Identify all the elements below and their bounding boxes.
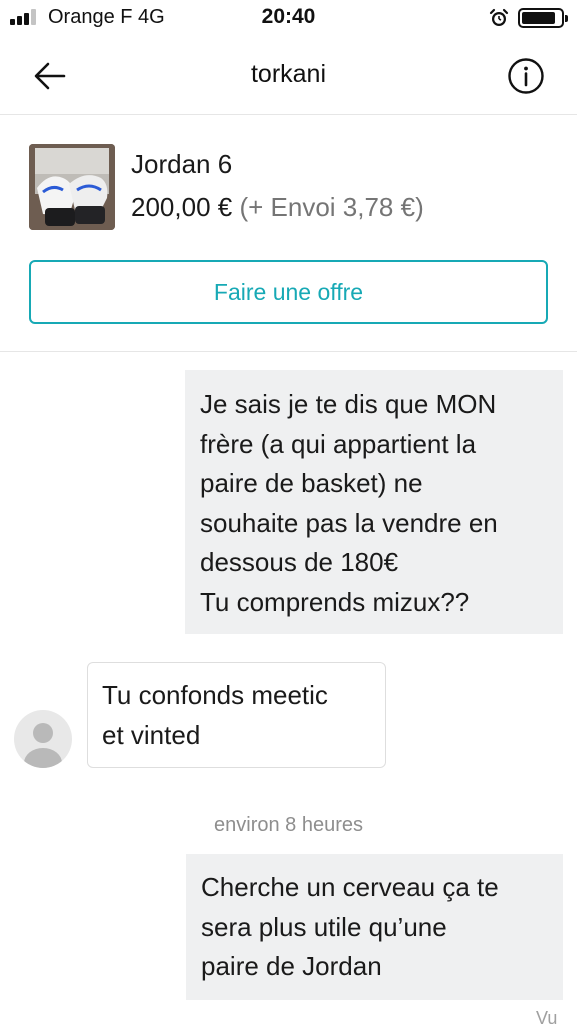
item-thumbnail[interactable] bbox=[29, 144, 115, 230]
alarm-icon bbox=[489, 8, 509, 28]
user-avatar[interactable] bbox=[14, 710, 72, 768]
read-receipt: Vu bbox=[536, 1008, 558, 1024]
message-outgoing: Je sais je te dis que MON frère (a qui a… bbox=[185, 370, 563, 634]
conversation-title: torkani bbox=[250, 60, 327, 88]
message-outgoing: Cherche un cerveau ça te sera plus utile… bbox=[186, 854, 563, 1000]
conversation-header: torkani bbox=[0, 36, 577, 115]
item-price-line: 200,00 € (+ Envoi 3,78 €) bbox=[131, 192, 424, 223]
message-timestamp: environ 8 heures bbox=[214, 814, 363, 836]
item-shipping-cost: (+ Envoi 3,78 €) bbox=[239, 192, 424, 222]
status-bar: Orange F 4G 20:40 bbox=[0, 0, 577, 36]
item-price: 200,00 € bbox=[131, 192, 233, 222]
item-title: Jordan 6 bbox=[131, 149, 233, 179]
info-circle-icon bbox=[508, 58, 544, 94]
info-button[interactable] bbox=[505, 55, 547, 97]
message-incoming: Tu confonds meetic et vinted bbox=[87, 662, 386, 768]
make-offer-button[interactable]: Faire une offre bbox=[29, 260, 548, 324]
battery-icon bbox=[518, 8, 568, 28]
item-summary: Jordan 6 200,00 € (+ Envoi 3,78 €) Faire… bbox=[0, 116, 577, 352]
